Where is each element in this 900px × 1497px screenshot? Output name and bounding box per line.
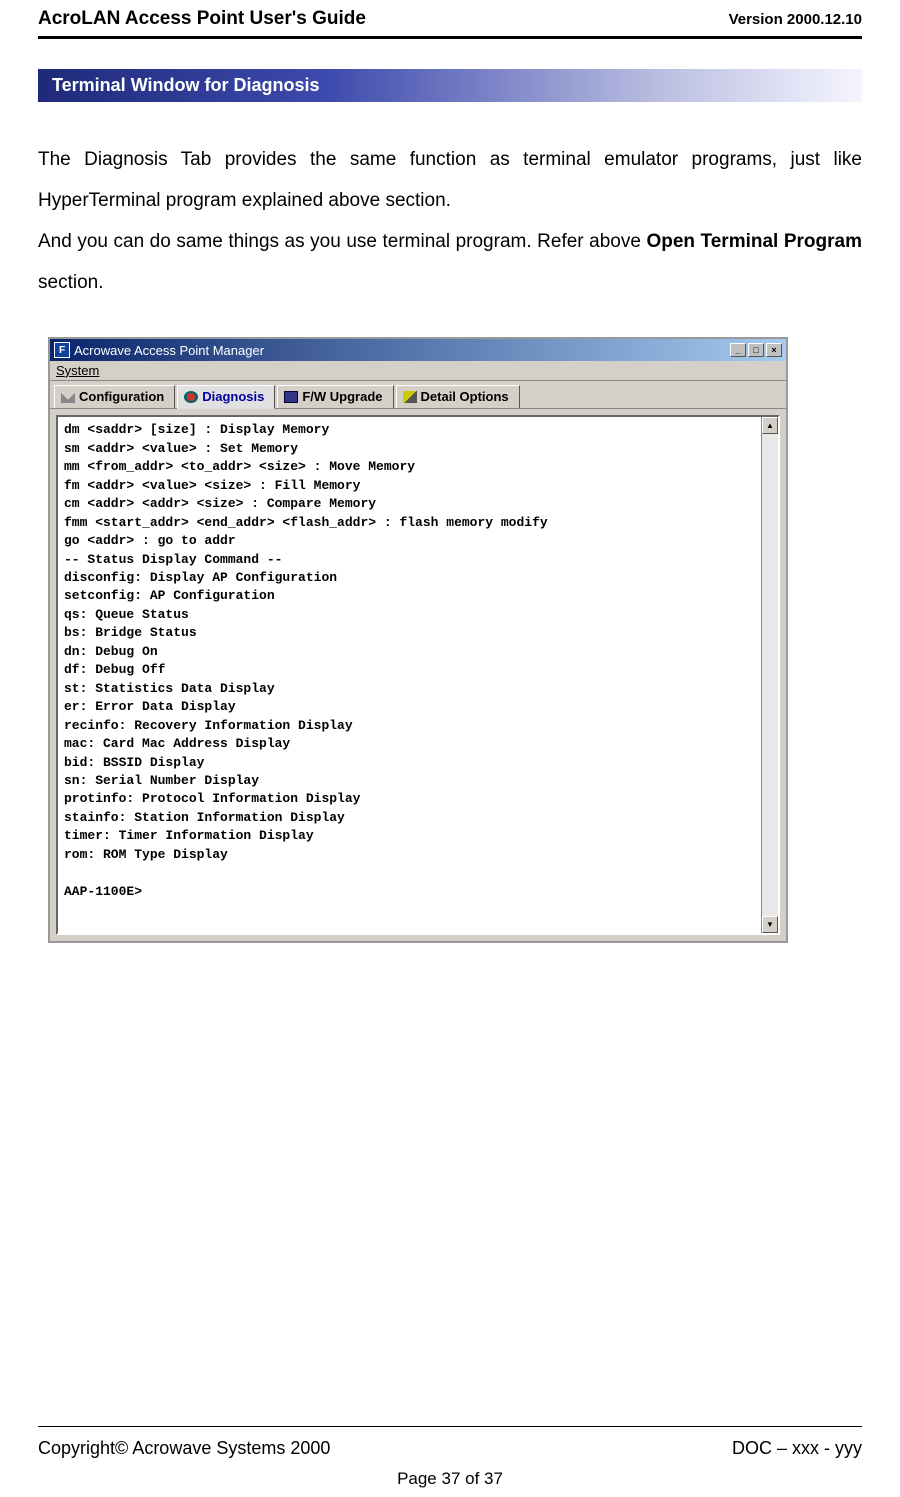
tab-diagnosis[interactable]: Diagnosis [177, 385, 275, 409]
scroll-up-button[interactable]: ▲ [762, 417, 778, 434]
tab-detail-options[interactable]: Detail Options [396, 385, 520, 408]
window-title: Acrowave Access Point Manager [74, 343, 730, 358]
section-heading: Terminal Window for Diagnosis [38, 69, 862, 102]
tab-fw-label: F/W Upgrade [302, 389, 382, 404]
scrollbar[interactable]: ▲ ▼ [761, 417, 778, 933]
page-header: AcroLAN Access Point User's Guide Versio… [38, 0, 862, 36]
paragraph-2c: section. [38, 272, 103, 293]
app-window: F Acrowave Access Point Manager _ □ × Sy… [48, 337, 788, 943]
doc-version: Version 2000.12.10 [729, 11, 862, 28]
tab-diag-label: Diagnosis [202, 389, 264, 404]
page-number: Page 37 of 37 [0, 1469, 900, 1489]
scroll-down-button[interactable]: ▼ [762, 916, 778, 933]
doc-id: DOC – xxx - yyy [732, 1438, 862, 1459]
tabbar: Configuration Diagnosis F/W Upgrade Deta… [50, 381, 786, 409]
scroll-track[interactable] [762, 434, 778, 916]
doc-title: AcroLAN Access Point User's Guide [38, 8, 366, 30]
tab-config-label: Configuration [79, 389, 164, 404]
tab-detail-label: Detail Options [421, 389, 509, 404]
floppy-icon [284, 391, 298, 403]
paragraph-1: The Diagnosis Tab provides the same func… [38, 149, 862, 211]
paragraph-2-bold: Open Terminal Program [646, 231, 862, 252]
titlebar[interactable]: F Acrowave Access Point Manager _ □ × [50, 339, 786, 361]
terminal[interactable]: dm <saddr> [size] : Display Memory sm <a… [56, 415, 780, 935]
globe-icon [184, 391, 198, 403]
menubar: System [50, 361, 786, 381]
pencil-icon [403, 391, 417, 403]
tab-fw-upgrade[interactable]: F/W Upgrade [277, 385, 393, 408]
paragraph-2a: And you can do same things as you use te… [38, 231, 646, 252]
header-rule [38, 36, 862, 39]
footer-rule [38, 1426, 862, 1427]
tab-configuration[interactable]: Configuration [54, 385, 175, 408]
terminal-container: dm <saddr> [size] : Display Memory sm <a… [50, 409, 786, 941]
menu-system[interactable]: System [56, 363, 99, 378]
app-icon: F [54, 342, 70, 358]
wrench-icon [61, 391, 75, 403]
minimize-button[interactable]: _ [730, 343, 746, 357]
body-text: The Diagnosis Tab provides the same func… [38, 140, 862, 303]
footer: Copyright© Acrowave Systems 2000 DOC – x… [38, 1438, 862, 1459]
terminal-output: dm <saddr> [size] : Display Memory sm <a… [58, 417, 761, 933]
copyright: Copyright© Acrowave Systems 2000 [38, 1438, 330, 1459]
maximize-button[interactable]: □ [748, 343, 764, 357]
close-button[interactable]: × [766, 343, 782, 357]
